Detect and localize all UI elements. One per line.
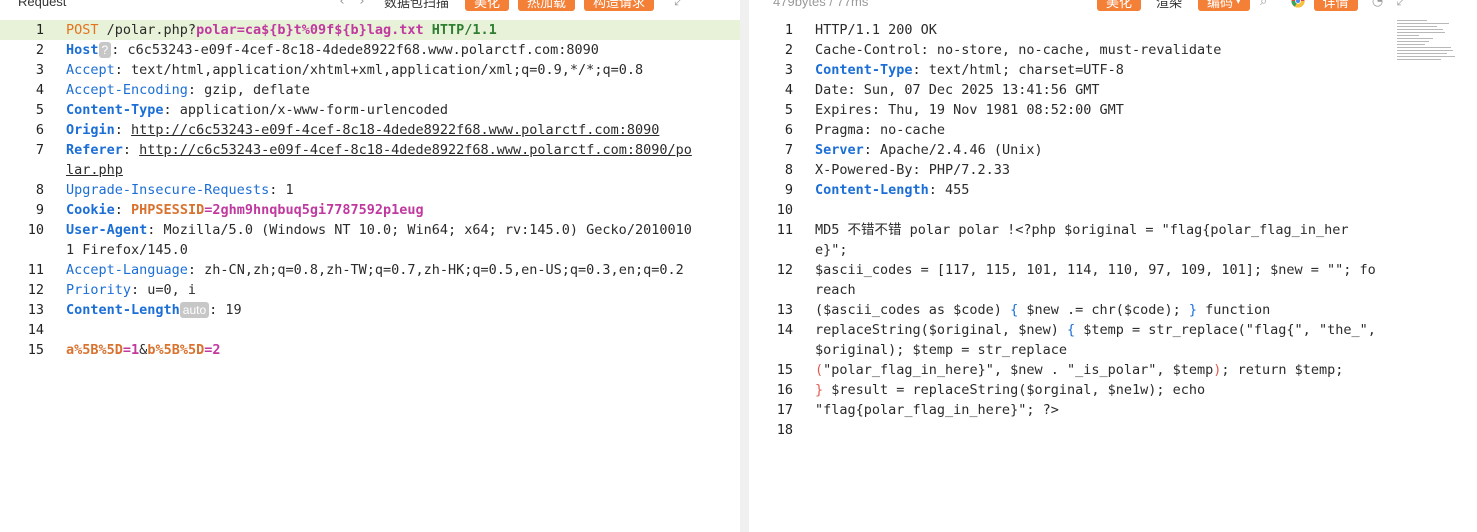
code-line: 4 Accept-Encoding: gzip, deflate	[35, 82, 310, 98]
request-method: POST	[66, 22, 99, 38]
beautify-button[interactable]: 美化	[465, 0, 510, 11]
code-line: 12 $ascii_codes = [117, 115, 101, 114, 11…	[776, 262, 1376, 298]
response-stats: 479bytes / 77ms	[773, 0, 869, 9]
code-line: 14	[27, 322, 44, 338]
code-line: 10	[776, 202, 793, 218]
response-editor[interactable]: 1 HTTP/1.1 200 OK 2 Cache-Control: no-stor…	[749, 20, 1477, 440]
response-panel: 479bytes / 77ms 美化 渲染 编码 ▾ ⌕ 详情 ◔ ⤢ 1 HTTP…	[749, 0, 1477, 532]
request-editor[interactable]: 1 POST /polar.php?polar=ca${b}t%09f${b}la…	[0, 20, 740, 360]
code-line: 15 a%5B%5D=1&b%5B%5D=2	[27, 342, 221, 358]
code-line: 5 Expires: Thu, 19 Nov 1981 08:52:00 GMT	[784, 102, 1124, 118]
code-line: 5 Content-Type: application/x-www-form-ur…	[35, 102, 449, 118]
code-line: 15 ("polar_flag_in_here}", $new . "_is_po…	[776, 362, 1352, 378]
code-line: 3 Content-Type: text/html; charset=UTF-8	[784, 62, 1124, 78]
chevron-left-icon[interactable]: ‹	[332, 0, 352, 11]
detail-button[interactable]: 详情	[1313, 0, 1358, 11]
code-line: 18	[776, 422, 793, 438]
code-line: 7 Server: Apache/2.4.46 (Unix)	[784, 142, 1043, 158]
code-line: 11 Accept-Language: zh-CN,zh;q=0.8,zh-TW;…	[27, 262, 684, 278]
origin-link[interactable]: http://c6c53243-e09f-4cef-8c18-4dede8922…	[131, 122, 659, 138]
chevron-right-icon[interactable]: ›	[352, 0, 372, 11]
code-line: 14 replaceString($original, $new) { $temp…	[776, 322, 1384, 358]
packet-scan-button[interactable]: 数据包扫描	[378, 0, 455, 11]
code-line: 8 Upgrade-Insecure-Requests: 1	[35, 182, 294, 198]
code-line: 6 Pragma: no-cache	[784, 122, 946, 138]
code-line: 16} $result = replaceString($orginal, $n…	[776, 382, 1206, 398]
request-title: Request	[18, 0, 67, 9]
content-length-auto-badge[interactable]: auto	[179, 302, 210, 318]
chrome-icon[interactable]	[1288, 0, 1308, 11]
encode-button[interactable]: 编码 ▾	[1198, 0, 1250, 11]
response-beautify-button[interactable]: 美化	[1097, 0, 1142, 11]
expand-icon[interactable]: ⤢	[1392, 0, 1412, 11]
hot-load-button[interactable]: 热加载	[518, 0, 576, 11]
code-line: 6 Origin: http://c6c53243-e09f-4cef-8c18-…	[35, 122, 660, 138]
request-toolbar: Request ‹ › 数据包扫描 美化 热加载 构造请求 ⤢	[0, 0, 740, 11]
code-line: 2 Cache-Control: no-store, no-cache, must…	[784, 42, 1222, 58]
code-line: 2 Host?: c6c53243-e09f-4cef-8c18-4dede892…	[35, 42, 599, 58]
code-line: 17 "flag{polar_flag_in_here}"; ?>	[776, 402, 1059, 418]
response-toolbar: 479bytes / 77ms 美化 渲染 编码 ▾ ⌕ 详情 ◔ ⤢	[749, 0, 1477, 11]
code-line: 13 Content-Length auto: 19	[27, 302, 242, 318]
code-line: 3 Accept: text/html,application/xhtml+xml…	[35, 62, 644, 78]
code-line: 12 Priority: u=0, i	[27, 282, 197, 298]
request-panel: Request ‹ › 数据包扫描 美化 热加载 构造请求 ⤢ 1 POST /p…	[0, 0, 740, 532]
code-line: 1 HTTP/1.1 200 OK	[784, 22, 937, 38]
chat-icon[interactable]: ◔	[1368, 0, 1388, 11]
code-line: 11 MD5 不错不错 polar polar !<?php $original …	[776, 222, 1349, 258]
construct-request-button[interactable]: 构造请求	[584, 0, 655, 11]
search-icon[interactable]: ⌕	[1254, 0, 1274, 11]
referer-link[interactable]: http://c6c53243-e09f-4cef-8c18-4dede8922…	[66, 142, 692, 178]
render-button[interactable]: 渲染	[1150, 0, 1188, 11]
code-line: 4 Date: Sun, 07 Dec 2025 13:41:56 GMT	[784, 82, 1100, 98]
code-line: 9 Cookie: PHPSESSID=2ghm9hnqbuq5gi7787592…	[35, 202, 424, 218]
code-line: 8 X-Powered-By: PHP/7.2.33	[784, 162, 1011, 178]
chevron-down-icon: ▾	[1236, 0, 1241, 6]
expand-icon[interactable]: ⤢	[669, 0, 689, 11]
code-line: 1 POST /polar.php?polar=ca${b}t%09f${b}la…	[0, 20, 740, 40]
code-line: 7 Referer: http://c6c53243-e09f-4cef-8c18…	[35, 142, 692, 178]
code-line: 9 Content-Length: 455	[784, 182, 970, 198]
host-hint-badge[interactable]: ?	[98, 42, 112, 58]
code-line: 13 ($ascii_codes as $code) { $new .= chr(…	[776, 302, 1271, 318]
code-line: 10 User-Agent: Mozilla/5.0 (Windows NT 10…	[27, 222, 692, 258]
